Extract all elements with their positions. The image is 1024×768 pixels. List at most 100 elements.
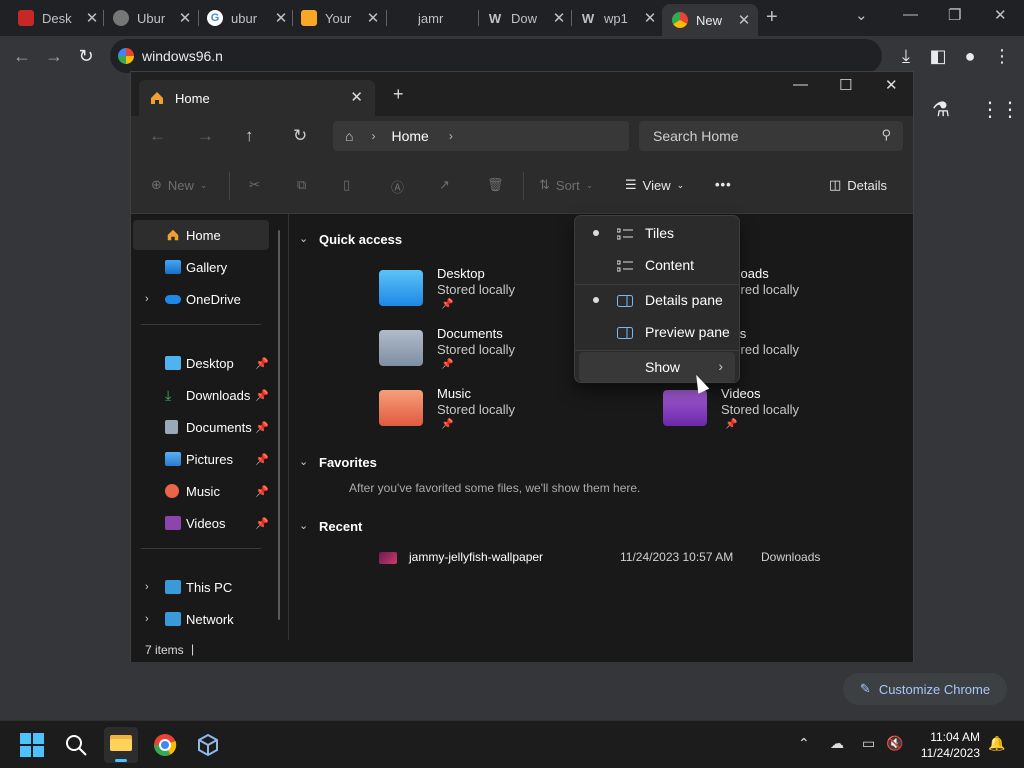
browser-tab[interactable]: Your ✕ [301, 4, 381, 32]
documents-folder-icon [379, 330, 423, 366]
chevron-right-icon[interactable]: › [145, 613, 149, 625]
quick-access-tile-music[interactable]: Music Stored locally 📌 [379, 386, 639, 442]
rename-button[interactable]: Ⓐ [391, 177, 404, 196]
menu-icon[interactable]: ⋮ [990, 44, 1014, 68]
nav-item-downloads[interactable]: ⤓ Downloads 📌 [133, 380, 269, 410]
music-folder-icon [379, 390, 423, 426]
breadcrumb[interactable]: ⌂ › Home › [333, 121, 629, 151]
file-explorer-taskbar-button[interactable] [104, 727, 138, 763]
view-button[interactable]: ☰ View ⌄ [625, 177, 684, 193]
clock[interactable]: 11:04 AM 11/24/2023 [921, 729, 980, 761]
refresh-icon[interactable]: ↻ [293, 126, 307, 146]
share-button[interactable]: ↗ [439, 177, 450, 193]
close-icon[interactable]: ✕ [84, 9, 100, 27]
close-tab-icon[interactable]: ✕ [350, 88, 363, 106]
close-icon[interactable]: ✕ [365, 9, 381, 27]
browser-tab[interactable]: W wp1 ✕ [580, 4, 658, 32]
home-icon: ⌂ [345, 128, 354, 144]
section-recent[interactable]: ⌄ Recent [299, 519, 362, 534]
nav-item-this-pc[interactable]: › This PC [133, 572, 269, 602]
volume-muted-icon[interactable]: 🔇 [886, 735, 903, 752]
new-tab-button[interactable]: + [766, 6, 778, 29]
back-button[interactable]: ← [10, 44, 34, 68]
menu-item-show[interactable]: Show › [579, 352, 735, 382]
menu-item-tiles[interactable]: Tiles [579, 218, 735, 248]
forward-button[interactable]: → [42, 44, 66, 68]
nav-item-home[interactable]: Home [133, 220, 269, 250]
labs-icon[interactable]: ⚗ [932, 97, 950, 122]
chevron-down-icon[interactable]: ⌄ [299, 232, 308, 245]
chevron-right-icon[interactable]: › [145, 293, 149, 305]
nav-item-documents[interactable]: Documents 📌 [133, 412, 269, 442]
close-window-button[interactable]: ✕ [994, 6, 1007, 24]
profile-icon[interactable]: ● [958, 44, 982, 68]
image-thumbnail-icon [379, 552, 397, 564]
nav-item-onedrive[interactable]: › OneDrive [133, 284, 269, 314]
nav-item-desktop[interactable]: Desktop 📌 [133, 348, 269, 378]
browser-tab[interactable]: jamr [418, 4, 474, 32]
close-icon[interactable]: ✕ [551, 9, 567, 27]
chevron-down-icon[interactable]: ⌄ [299, 519, 308, 532]
close-icon[interactable]: ✕ [177, 9, 193, 27]
new-button[interactable]: ⊕ New ⌄ [151, 177, 207, 193]
close-icon[interactable]: ✕ [642, 9, 658, 27]
side-panel-icon[interactable]: ◧ [926, 44, 950, 68]
chevron-up-icon[interactable]: ⌃ [798, 735, 810, 752]
chevron-right-icon[interactable]: › [145, 581, 149, 593]
up-icon[interactable]: ↑ [245, 126, 254, 146]
section-quick-access[interactable]: ⌄ Quick access [299, 232, 402, 247]
back-icon[interactable]: ← [149, 126, 166, 146]
customize-chrome-button[interactable]: ✎ Customize Chrome [843, 673, 1007, 705]
sort-button[interactable]: ⇅ Sort ⌄ [539, 177, 593, 193]
apps-grid-icon[interactable]: ⋮⋮ [980, 97, 1020, 122]
browser-tab[interactable]: W Dow ✕ [487, 4, 567, 32]
explorer-tab-home[interactable]: Home ✕ [139, 80, 375, 116]
checked-dot-icon [593, 230, 599, 236]
nav-item-gallery[interactable]: Gallery [133, 252, 269, 282]
download-icon[interactable]: ⤓ [894, 44, 918, 68]
nav-item-videos[interactable]: Videos 📌 [133, 508, 269, 538]
section-favorites[interactable]: ⌄ Favorites [299, 455, 377, 470]
close-window-button[interactable]: ✕ [885, 76, 898, 94]
chrome-icon[interactable] [153, 733, 177, 757]
forward-icon[interactable]: → [197, 126, 214, 146]
minimize-button[interactable]: — [903, 6, 918, 23]
search-icon[interactable] [64, 733, 88, 757]
display-icon[interactable]: ▭ [862, 735, 875, 752]
copy-button[interactable]: ⧉ [297, 177, 306, 193]
reload-button[interactable]: ↻ [74, 44, 98, 68]
home-icon [165, 228, 181, 242]
close-icon[interactable]: ✕ [736, 11, 752, 29]
menu-item-preview-pane[interactable]: Preview pane [579, 317, 735, 347]
checked-dot-icon [593, 297, 599, 303]
nav-item-music[interactable]: Music 📌 [133, 476, 269, 506]
nav-item-pictures[interactable]: Pictures 📌 [133, 444, 269, 474]
more-options-button[interactable]: ••• [715, 177, 732, 192]
close-icon[interactable]: ✕ [273, 9, 289, 27]
nav-item-network[interactable]: › Network [133, 604, 269, 634]
chevron-down-icon[interactable]: ⌄ [299, 455, 308, 468]
browser-tab[interactable]: Desk ✕ [18, 4, 100, 32]
quick-access-tile-videos[interactable]: Videos Stored locally 📌 [663, 386, 923, 442]
virtualbox-icon[interactable] [196, 733, 220, 757]
browser-tab[interactable]: Ubur ✕ [113, 4, 193, 32]
menu-item-details-pane[interactable]: Details pane [579, 285, 735, 315]
delete-button[interactable]: 🗑 [487, 177, 504, 193]
onedrive-icon[interactable]: ☁ [830, 735, 844, 752]
nav-scrollbar[interactable] [278, 230, 280, 620]
address-bar[interactable]: windows96.n [110, 39, 882, 73]
notification-bell-icon[interactable]: 🔔 [988, 735, 1005, 752]
details-button[interactable]: ◫ Details [829, 177, 887, 193]
minimize-button[interactable]: — [793, 76, 808, 93]
restore-button[interactable]: ❐ [948, 6, 961, 24]
paste-button[interactable]: ▯ [343, 177, 350, 193]
cut-button[interactable]: ✂ [249, 177, 260, 193]
search-input[interactable]: Search Home ⚲ [639, 121, 903, 151]
browser-tab-active[interactable]: New ✕ [662, 4, 758, 36]
maximize-button[interactable]: ☐ [839, 76, 852, 94]
browser-tab[interactable]: G ubur ✕ [207, 4, 289, 32]
start-button[interactable] [20, 733, 44, 757]
menu-item-content[interactable]: Content [579, 250, 735, 280]
chevron-down-icon[interactable]: ⌄ [855, 6, 868, 24]
new-explorer-tab-button[interactable]: + [393, 84, 404, 105]
